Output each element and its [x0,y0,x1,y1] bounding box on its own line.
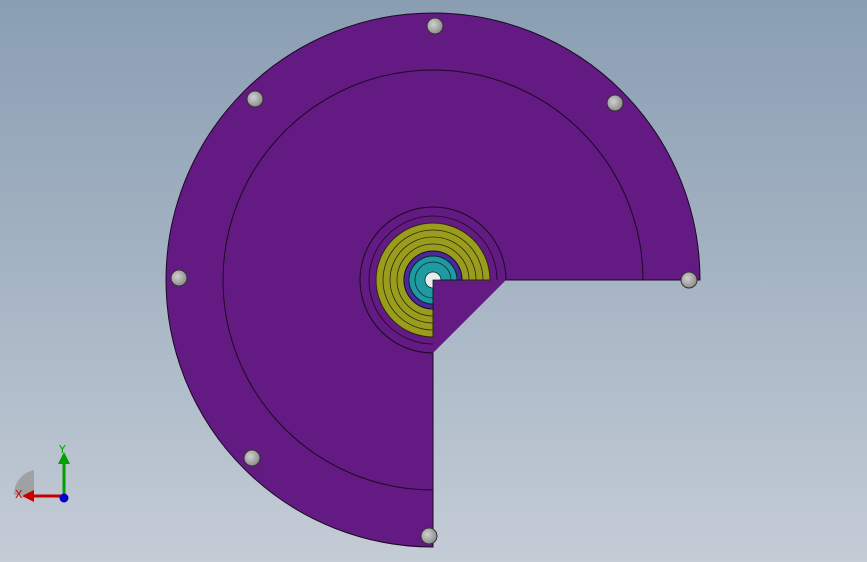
bolt-hole-left[interactable] [170,269,188,287]
z-axis-dot [59,493,69,503]
bolt-hole-top[interactable] [426,17,444,35]
y-axis-label: Y [58,443,66,456]
bolt-hole-top-left[interactable] [246,90,264,108]
coordinate-triad: Y X [13,443,70,503]
x-axis-label: X [15,488,23,501]
bolt-hole-bottom[interactable] [420,527,438,545]
graphics-viewport[interactable]: Y X [0,0,867,562]
bolt-hole-right[interactable] [680,271,698,289]
bolt-hole-bottom-left[interactable] [243,449,261,467]
part-model[interactable] [0,0,867,562]
bolt-hole-top-right[interactable] [606,94,624,112]
